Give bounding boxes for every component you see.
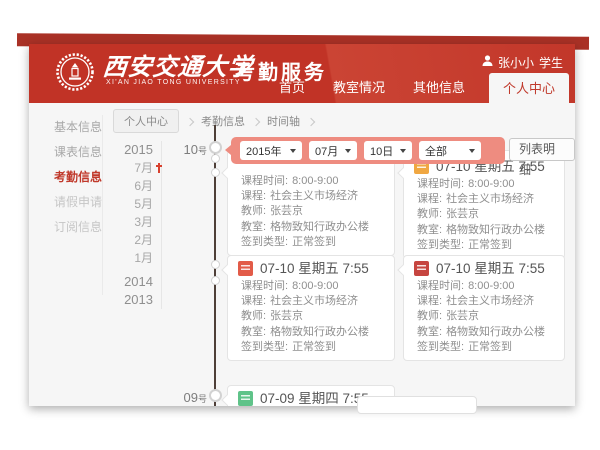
breadcrumb-attendance-info[interactable]: 考勤信息: [201, 113, 245, 129]
chevron-down-icon: [345, 149, 351, 153]
card-field: 教师:张芸京: [417, 309, 554, 324]
rail-month-02[interactable]: 2月: [119, 231, 153, 249]
card-title: 07-09 星期四 7:55: [260, 391, 369, 406]
attendance-card[interactable]: 07-10 星期五 7:55 课程时间:8:00-9:00 课程:社会主义市场经…: [227, 255, 395, 361]
card-field: 签到类型:正常签到: [241, 340, 384, 355]
user-role: 学生: [539, 54, 563, 71]
clipped-card-outline: [357, 396, 477, 414]
nav-item-classrooms[interactable]: 教室情况: [319, 77, 399, 103]
sidebar-item-attendance-info[interactable]: 考勤信息: [29, 165, 102, 190]
card-field: 教师:张芸京: [241, 204, 384, 219]
card-field: 课程时间:8:00-9:00: [417, 279, 554, 294]
day-select[interactable]: 10日: [364, 141, 412, 160]
page: 西安交通大学 XI'AN JIAO TONG UNIVERSITY 考勤服务 张…: [0, 0, 600, 450]
rail-year-2014[interactable]: 2014: [119, 273, 153, 291]
attendance-card[interactable]: 07-10 星期五 7:55 课程时间:8:00-9:00 课程:社会主义市场经…: [403, 150, 565, 259]
card-field: 课程:社会主义市场经济: [241, 294, 384, 309]
user-icon: [482, 55, 493, 70]
university-name-en: XI'AN JIAO TONG UNIVERSITY: [106, 79, 241, 86]
year-select[interactable]: 2015年: [240, 141, 302, 160]
card-field: 教室:格物致知行政办公楼: [241, 220, 384, 235]
card-field: 教室:格物致知行政办公楼: [241, 325, 384, 340]
chevron-down-icon: [400, 149, 406, 153]
chevron-right-icon: [186, 117, 194, 125]
card-field: 教室:格物致知行政办公楼: [417, 325, 554, 340]
university-logo-icon: [55, 52, 95, 92]
timeline-node: [211, 154, 220, 163]
university-name-cn: 西安交通大学: [101, 47, 254, 82]
sidebar-item-schedule-info[interactable]: 课表信息: [29, 140, 102, 165]
card-field: 课程:社会主义市场经济: [241, 189, 384, 204]
card-field: 签到类型:正常签到: [417, 340, 554, 355]
attendance-status-icon: [414, 261, 429, 276]
nav-item-home[interactable]: 首页: [265, 77, 319, 103]
rail-month-05[interactable]: 5月: [119, 195, 153, 213]
timeline-year-rail: 2015 7月 6月 5月 3月 2月 1月 2014 2013: [119, 141, 162, 309]
sidebar-item-subscription-info[interactable]: 订阅信息: [29, 215, 102, 240]
card-title: 07-10 星期五 7:55: [436, 261, 545, 276]
current-month-marker: [158, 163, 160, 173]
attendance-status-icon: [238, 261, 253, 276]
card-field: 课程时间:8:00-9:00: [417, 177, 554, 192]
nav-item-personal-center[interactable]: 个人中心: [489, 73, 569, 103]
timeline-node: [211, 168, 220, 177]
card-field: 课程:社会主义市场经济: [417, 192, 554, 207]
timeline-node: [211, 260, 220, 269]
attendance-status-icon: [238, 391, 253, 406]
chevron-right-icon: [307, 117, 315, 125]
card-field: 课程时间:8:00-9:00: [241, 174, 384, 189]
rail-month-03[interactable]: 3月: [119, 213, 153, 231]
list-detail-button[interactable]: 列表明细: [509, 138, 575, 161]
card-field: 教室:格物致知行政办公楼: [417, 223, 554, 238]
sidebar-item-leave-request[interactable]: 请假申请: [29, 190, 102, 215]
timeline-day-label-10: 10号: [167, 143, 207, 158]
app-header: 西安交通大学 XI'AN JIAO TONG UNIVERSITY 考勤服务 张…: [29, 44, 575, 103]
user-name: 张小小: [498, 54, 534, 71]
breadcrumb-timeline[interactable]: 时间轴: [267, 113, 300, 129]
rail-month-01[interactable]: 1月: [119, 249, 153, 267]
attendance-card[interactable]: 07-10 星期五 7:55 课程时间:8:00-9:00 课程:社会主义市场经…: [403, 255, 565, 361]
sidebar-item-basic-info[interactable]: 基本信息: [29, 115, 102, 140]
main-nav: 首页 教室情况 其他信息 个人中心: [265, 73, 569, 103]
user-menu[interactable]: 张小小 学生: [482, 54, 563, 71]
type-select[interactable]: 全部: [419, 141, 481, 160]
timeline-node: [209, 141, 222, 154]
breadcrumb-personal-center[interactable]: 个人中心: [113, 109, 179, 133]
app-window: 西安交通大学 XI'AN JIAO TONG UNIVERSITY 考勤服务 张…: [29, 44, 575, 406]
chevron-down-icon: [469, 149, 475, 153]
filter-callout: 2015年 07月 10日 全部: [231, 137, 505, 164]
rail-year-2013[interactable]: 2013: [119, 291, 153, 309]
card-field: 课程时间:8:00-9:00: [241, 279, 384, 294]
rail-month-07[interactable]: 7月: [119, 159, 153, 177]
card-field: 课程:社会主义市场经济: [417, 294, 554, 309]
rail-month-06[interactable]: 6月: [119, 177, 153, 195]
card-title: 07-10 星期五 7:55: [260, 261, 369, 276]
timeline-node: [209, 389, 222, 402]
rail-year-2015[interactable]: 2015: [119, 141, 153, 159]
sidebar: 基本信息 课表信息 考勤信息 请假申请 订阅信息: [29, 115, 103, 295]
nav-item-other-info[interactable]: 其他信息: [399, 77, 479, 103]
timeline-day-label-09: 09号: [167, 391, 207, 406]
timeline-node: [211, 276, 220, 285]
month-select[interactable]: 07月: [309, 141, 357, 160]
card-field: 签到类型:正常签到: [417, 238, 554, 253]
attendance-card[interactable]: 课程时间:8:00-9:00 课程:社会主义市场经济 教师:张芸京 教室:格物致…: [227, 150, 395, 256]
card-field: 教师:张芸京: [241, 309, 384, 324]
card-field: 签到类型:正常签到: [241, 235, 384, 250]
content-area: 基本信息 课表信息 考勤信息 请假申请 订阅信息 个人中心 考勤信息 时间轴 2…: [29, 103, 575, 406]
chevron-down-icon: [290, 149, 296, 153]
chevron-right-icon: [252, 117, 260, 125]
card-field: 教师:张芸京: [417, 207, 554, 222]
